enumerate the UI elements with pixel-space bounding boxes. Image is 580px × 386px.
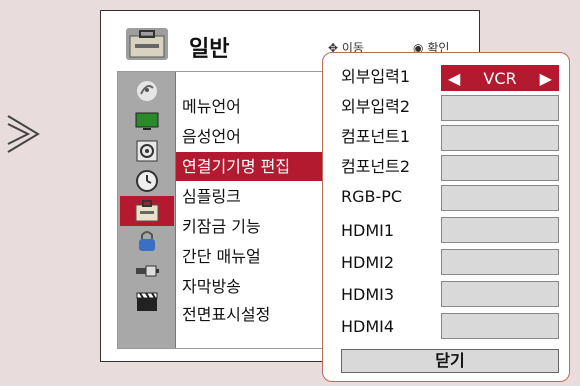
menu-title: 일반 bbox=[189, 37, 230, 62]
input-label-hdmi3: HDMI3 bbox=[341, 285, 395, 304]
input-value-text: VCR bbox=[483, 68, 517, 88]
toolbox-icon bbox=[126, 28, 168, 60]
close-button[interactable]: 닫기 bbox=[341, 349, 559, 373]
speaker-icon[interactable] bbox=[120, 136, 174, 166]
input-value-hdmi3[interactable] bbox=[441, 281, 559, 307]
input-label-hdmi2: HDMI2 bbox=[341, 253, 395, 272]
input-value-av2[interactable] bbox=[441, 95, 559, 121]
menu-icon-column bbox=[118, 72, 176, 348]
input-label-rgb-pc: RGB-PC bbox=[341, 187, 403, 206]
input-label-component2: 컴포넌트2 bbox=[341, 157, 411, 176]
input-label-component1: 컴포넌트1 bbox=[341, 127, 411, 146]
arrow-right-icon[interactable]: ▶ bbox=[540, 69, 552, 88]
connector-icon[interactable] bbox=[120, 256, 174, 286]
input-value-av1[interactable]: ◀ VCR ▶ bbox=[441, 65, 559, 91]
arrow-left-icon[interactable]: ◀ bbox=[448, 69, 460, 88]
input-value-hdmi2[interactable] bbox=[441, 249, 559, 275]
input-label-hdmi4: HDMI4 bbox=[341, 317, 395, 336]
input-label-av1: 외부입력1 bbox=[341, 67, 411, 86]
tv-picture-icon[interactable] bbox=[120, 106, 174, 136]
clock-icon[interactable] bbox=[120, 166, 174, 196]
satellite-dish-icon[interactable] bbox=[120, 76, 174, 106]
chevron-right-icon bbox=[7, 115, 40, 153]
input-label-popup: 외부입력1 ◀ VCR ▶ 외부입력2 컴포넌트1 컴포넌트2 RGB-PC H… bbox=[322, 52, 570, 382]
input-value-component2[interactable] bbox=[441, 155, 559, 181]
toolbox-icon[interactable] bbox=[120, 196, 174, 226]
input-value-hdmi1[interactable] bbox=[441, 217, 559, 243]
input-value-hdmi4[interactable] bbox=[441, 313, 559, 339]
input-value-component1[interactable] bbox=[441, 125, 559, 151]
input-value-rgb-pc[interactable] bbox=[441, 185, 559, 211]
input-label-hdmi1: HDMI1 bbox=[341, 221, 395, 240]
lock-icon[interactable] bbox=[120, 226, 174, 256]
input-label-av2: 외부입력2 bbox=[341, 97, 411, 116]
clapperboard-icon[interactable] bbox=[120, 286, 174, 316]
